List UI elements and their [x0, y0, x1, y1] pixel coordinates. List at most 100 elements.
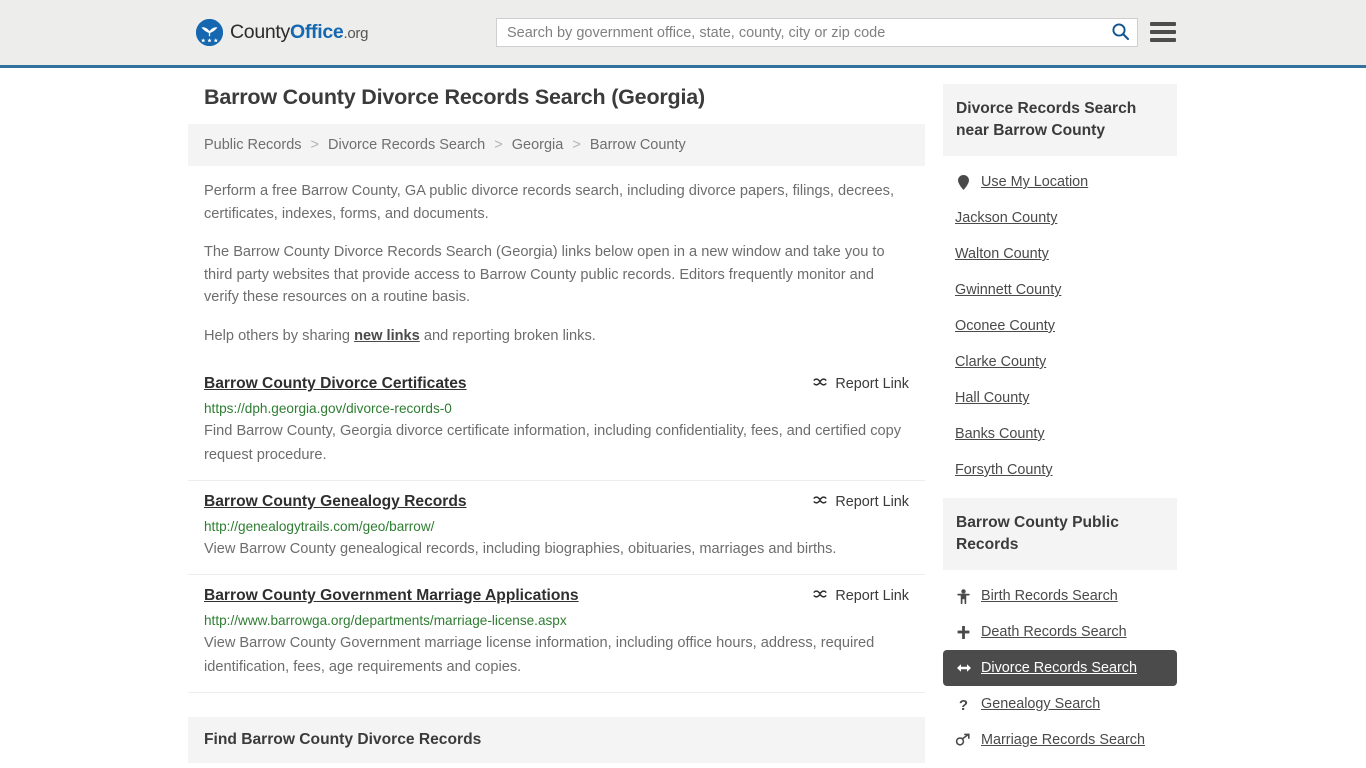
- list-item: ? Genealogy Search: [943, 686, 1177, 722]
- breadcrumb-item-georgia[interactable]: Georgia: [512, 137, 564, 153]
- report-link-button[interactable]: Report Link: [812, 374, 909, 394]
- search-button[interactable]: [1103, 19, 1137, 46]
- sidebar-item-jackson-county[interactable]: Jackson County: [943, 200, 1177, 236]
- main-column: Barrow County Divorce Records Search (Ge…: [188, 84, 925, 768]
- result-description: View Barrow County Government marriage l…: [204, 635, 875, 675]
- sidebar-nearby-heading: Divorce Records Search near Barrow Count…: [943, 84, 1177, 156]
- sidebar: Divorce Records Search near Barrow Count…: [943, 84, 1177, 768]
- hamburger-menu-icon-bar: [1150, 30, 1176, 34]
- sidebar-item-label: Birth Records Search: [981, 588, 1118, 604]
- search-icon: [1111, 22, 1130, 44]
- result-url[interactable]: http://www.barrowga.org/departments/marr…: [204, 612, 909, 630]
- sidebar-nearby-list: Use My Location Jackson County Walton Co…: [943, 156, 1177, 488]
- baby-icon: [955, 588, 972, 604]
- search-bar[interactable]: [496, 18, 1138, 47]
- result-url[interactable]: http://genealogytrails.com/geo/barrow/: [204, 518, 909, 536]
- sidebar-item-marriage-records-search[interactable]: Marriage Records Search: [943, 722, 1177, 758]
- result-item: Barrow County Divorce Certificates Repor…: [188, 363, 925, 481]
- result-header: Barrow County Government Marriage Applic…: [204, 585, 909, 606]
- sidebar-item-use-my-location[interactable]: Use My Location: [943, 164, 1177, 200]
- result-header: Barrow County Divorce Certificates Repor…: [204, 373, 909, 394]
- result-title-link[interactable]: Barrow County Government Marriage Applic…: [204, 585, 579, 606]
- page-title: Barrow County Divorce Records Search (Ge…: [204, 85, 705, 109]
- sidebar-public-records-heading: Barrow County Public Records: [943, 498, 1177, 570]
- breadcrumb-separator: >: [494, 137, 503, 153]
- sidebar-item-walton-county[interactable]: Walton County: [943, 236, 1177, 272]
- sidebar-item-hall-county[interactable]: Hall County: [943, 380, 1177, 416]
- breadcrumb-item-public-records[interactable]: Public Records: [204, 137, 302, 153]
- breadcrumb: Public Records > Divorce Records Search …: [188, 124, 925, 166]
- content-wrapper: Barrow County Divorce Records Search (Ge…: [188, 68, 1178, 768]
- header-inner: CountyOffice.org: [0, 0, 1366, 65]
- sidebar-public-records-list: Birth Records Search Death Records Searc…: [943, 570, 1177, 758]
- intro-paragraph-1: Perform a free Barrow County, GA public …: [204, 183, 895, 222]
- site-header: CountyOffice.org: [0, 0, 1366, 68]
- sidebar-item-birth-records-search[interactable]: Birth Records Search: [943, 578, 1177, 614]
- sidebar-item-label: Forsyth County: [955, 462, 1053, 478]
- report-link-button[interactable]: Report Link: [812, 492, 909, 512]
- sidebar-card-public-records: Barrow County Public Records Birth Recor…: [943, 498, 1177, 758]
- report-link-label: Report Link: [835, 494, 909, 510]
- sidebar-item-label: Use My Location: [981, 174, 1089, 190]
- broken-link-icon: [812, 374, 828, 394]
- list-item: Oconee County: [943, 308, 1177, 344]
- sidebar-item-label: Genealogy Search: [981, 696, 1101, 712]
- sidebar-item-label: Hall County: [955, 390, 1030, 406]
- sidebar-item-genealogy-search[interactable]: ? Genealogy Search: [943, 686, 1177, 722]
- svg-text:?: ?: [959, 697, 968, 712]
- intro-text-after-link: and reporting broken links.: [419, 327, 596, 344]
- hamburger-menu-button[interactable]: [1150, 19, 1176, 45]
- list-item: Banks County: [943, 416, 1177, 452]
- sidebar-item-oconee-county[interactable]: Oconee County: [943, 308, 1177, 344]
- list-item: Divorce Records Search: [943, 650, 1177, 686]
- find-records-heading: Find Barrow County Divorce Records: [188, 717, 925, 763]
- sidebar-item-label: Jackson County: [955, 210, 1058, 226]
- result-description: View Barrow County genealogical records,…: [204, 541, 837, 557]
- intro-paragraph-3: Help others by sharing new links and rep…: [188, 325, 925, 348]
- hamburger-menu-icon-bar: [1150, 22, 1176, 26]
- new-links-link[interactable]: new links: [354, 328, 420, 344]
- hamburger-menu-icon-bar: [1150, 38, 1176, 42]
- sidebar-item-divorce-records-search[interactable]: Divorce Records Search: [943, 650, 1177, 686]
- result-header: Barrow County Genealogy Records Report L…: [204, 491, 909, 512]
- site-logo-link[interactable]: CountyOffice.org: [196, 19, 368, 46]
- sidebar-card-nearby: Divorce Records Search near Barrow Count…: [943, 84, 1177, 488]
- sidebar-item-death-records-search[interactable]: Death Records Search: [943, 614, 1177, 650]
- result-url[interactable]: https://dph.georgia.gov/divorce-records-…: [204, 400, 909, 418]
- sidebar-item-gwinnett-county[interactable]: Gwinnett County: [943, 272, 1177, 308]
- search-input[interactable]: [497, 19, 1103, 46]
- page-body: Barrow County Divorce Records Search (Ge…: [0, 68, 1366, 768]
- breadcrumb-item-divorce-records-search[interactable]: Divorce Records Search: [328, 137, 485, 153]
- brand-part-county: County: [230, 21, 290, 43]
- brand-part-office: Office: [290, 21, 344, 43]
- broken-link-icon: [812, 492, 828, 512]
- find-records-body: Barrow County Divorce Records are legal …: [188, 763, 925, 768]
- list-item: Walton County: [943, 236, 1177, 272]
- sidebar-item-forsyth-county[interactable]: Forsyth County: [943, 452, 1177, 488]
- sidebar-item-label: Banks County: [955, 426, 1045, 442]
- sidebar-item-clarke-county[interactable]: Clarke County: [943, 344, 1177, 380]
- report-link-button[interactable]: Report Link: [812, 586, 909, 606]
- breadcrumb-separator: >: [310, 137, 320, 153]
- breadcrumb-separator: >: [572, 137, 581, 153]
- result-description: Find Barrow County, Georgia divorce cert…: [204, 423, 902, 463]
- intro-paragraph-2: The Barrow County Divorce Records Search…: [204, 244, 885, 305]
- list-item: Hall County: [943, 380, 1177, 416]
- list-item: Clarke County: [943, 344, 1177, 380]
- breadcrumb-item-barrow-county[interactable]: Barrow County: [590, 137, 686, 153]
- list-item: Forsyth County: [943, 452, 1177, 488]
- sidebar-item-label: Gwinnett County: [955, 282, 1062, 298]
- cross-icon: [955, 625, 972, 640]
- result-item: Barrow County Genealogy Records Report L…: [188, 481, 925, 575]
- result-title-link[interactable]: Barrow County Divorce Certificates: [204, 373, 467, 394]
- brand-wordmark: CountyOffice.org: [230, 21, 368, 44]
- result-item: Barrow County Government Marriage Applic…: [188, 575, 925, 693]
- eagle-seal-logo-icon: [196, 19, 223, 46]
- list-item: Jackson County: [943, 200, 1177, 236]
- location-pin-icon: [955, 174, 972, 190]
- sidebar-item-label: Death Records Search: [981, 624, 1127, 640]
- list-item: Death Records Search: [943, 614, 1177, 650]
- sidebar-item-label: Oconee County: [955, 318, 1055, 334]
- result-title-link[interactable]: Barrow County Genealogy Records: [204, 491, 467, 512]
- sidebar-item-banks-county[interactable]: Banks County: [943, 416, 1177, 452]
